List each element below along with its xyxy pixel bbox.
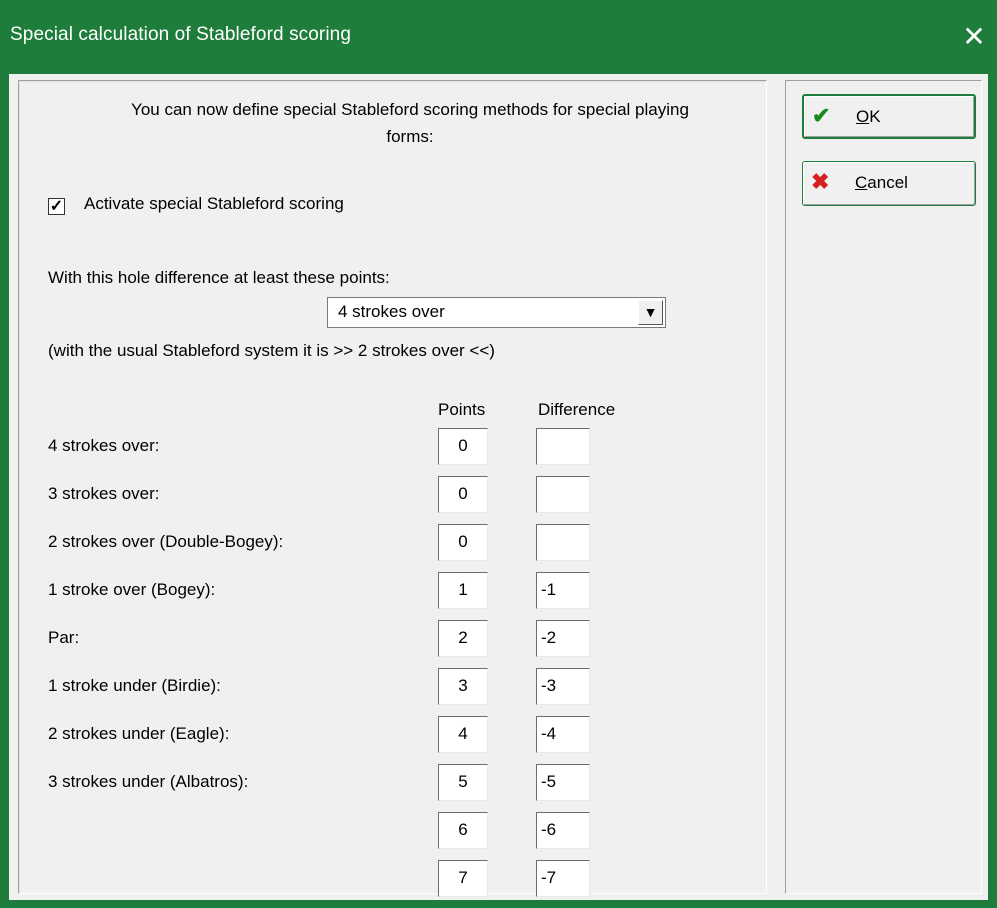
points-input[interactable]: 5	[438, 764, 488, 801]
row-label: 2 strokes over (Double-Bogey):	[48, 532, 284, 551]
row-label: 2 strokes under (Eagle):	[48, 724, 230, 743]
row-label: 1 stroke over (Bogey):	[48, 580, 216, 599]
intro-text: You can now define special Stableford sc…	[131, 100, 689, 146]
window-title: Special calculation of Stableford scorin…	[10, 24, 352, 45]
difference-input[interactable]	[536, 476, 590, 513]
difference-input[interactable]: -4	[536, 716, 590, 753]
points-input[interactable]: 1	[438, 572, 488, 609]
difference-input[interactable]: -5	[536, 764, 590, 801]
points-input[interactable]: 0	[438, 428, 488, 465]
points-input[interactable]: 2	[438, 620, 488, 657]
usual-system-note: (with the usual Stableford system it is …	[48, 341, 495, 360]
difference-input[interactable]	[536, 524, 590, 561]
difference-input[interactable]: -1	[536, 572, 590, 609]
cancel-button[interactable]: ✖ Cancel	[802, 161, 976, 206]
difference-input[interactable]: -7	[536, 860, 590, 897]
chevron-down-icon[interactable]: ▼	[638, 300, 663, 325]
points-input[interactable]: 0	[438, 476, 488, 513]
points-input[interactable]: 6	[438, 812, 488, 849]
hole-difference-label: With this hole difference at least these…	[48, 268, 390, 287]
points-column-header: Points	[438, 400, 486, 419]
ok-button-label: OK	[856, 107, 881, 126]
points-input[interactable]: 0	[438, 524, 488, 561]
row-label: 3 strokes over:	[48, 484, 160, 503]
window-border-bottom	[0, 900, 997, 908]
hole-difference-select-value: 4 strokes over	[338, 302, 445, 321]
hole-difference-select[interactable]: 4 strokes over ▼	[327, 297, 666, 328]
row-label: 1 stroke under (Birdie):	[48, 676, 221, 695]
points-input[interactable]: 4	[438, 716, 488, 753]
row-label: 4 strokes over:	[48, 436, 160, 455]
difference-input[interactable]	[536, 428, 590, 465]
cancel-button-label: Cancel	[855, 173, 908, 192]
ok-button[interactable]: ✔ OK	[802, 94, 976, 139]
window-border-right	[988, 74, 997, 908]
row-label: 3 strokes under (Albatros):	[48, 772, 249, 791]
difference-column-header: Difference	[538, 400, 616, 419]
window-border-left	[0, 74, 9, 908]
difference-input[interactable]: -6	[536, 812, 590, 849]
close-icon[interactable]: ✕	[951, 14, 997, 60]
title-bar: Special calculation of Stableford scorin…	[0, 0, 997, 74]
x-mark-icon: ✖	[811, 169, 830, 194]
checkmark-icon: ✔	[812, 103, 831, 128]
points-input[interactable]: 3	[438, 668, 488, 705]
row-label: Par:	[48, 628, 80, 647]
points-input[interactable]: 7	[438, 860, 488, 897]
difference-input[interactable]: -2	[536, 620, 590, 657]
activate-checkbox[interactable]: ✓	[48, 198, 65, 215]
activate-checkbox-label[interactable]: Activate special Stableford scoring	[84, 194, 344, 214]
difference-input[interactable]: -3	[536, 668, 590, 705]
